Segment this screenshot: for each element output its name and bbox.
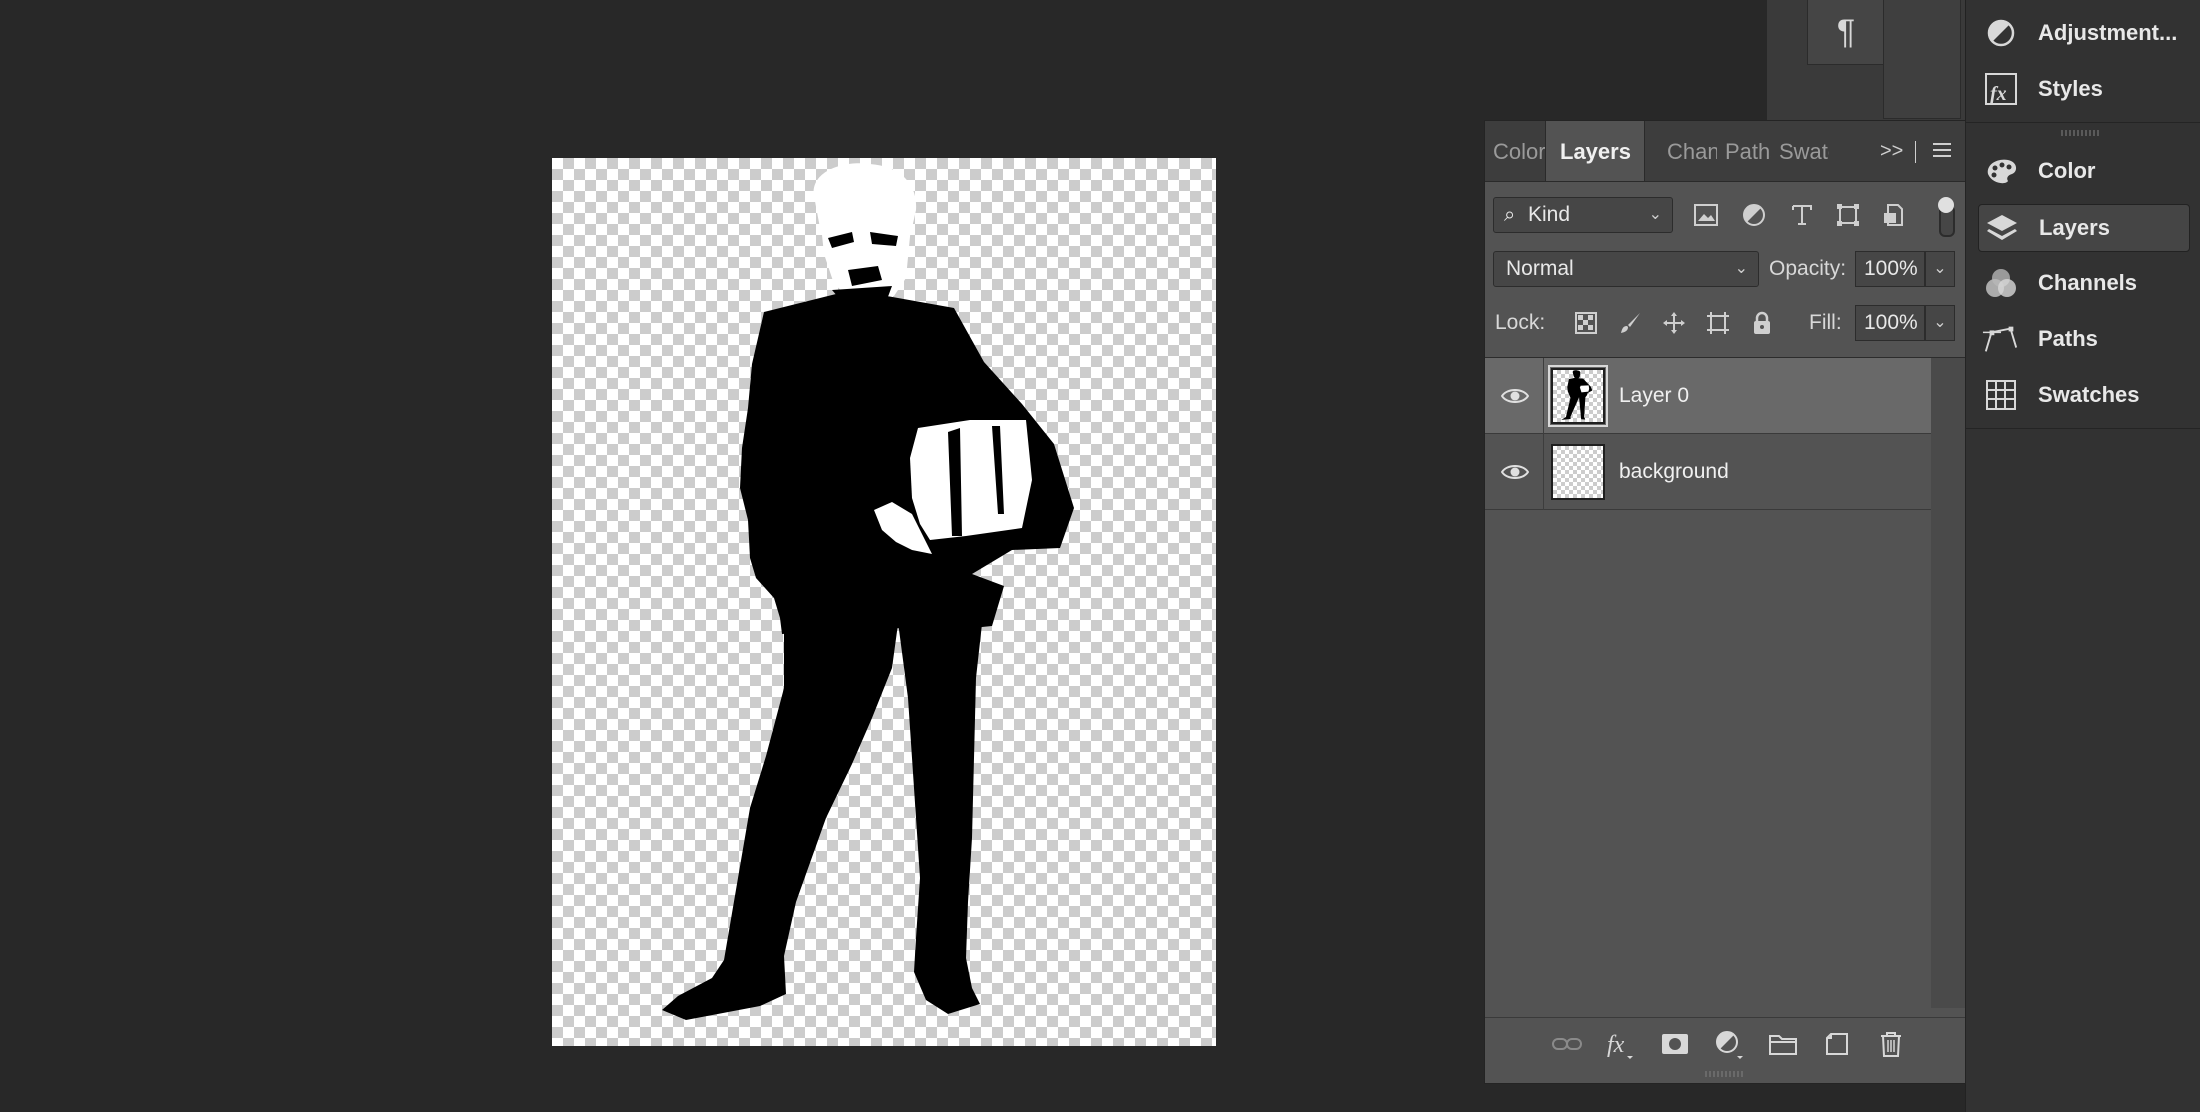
link-layers-icon[interactable] (1551, 1028, 1583, 1060)
layer-name[interactable]: Layer 0 (1619, 358, 1689, 434)
panel-tab-bar: Color Layers Channels Paths Swatches >> (1485, 121, 1965, 182)
lock-image-pixels-brush-icon[interactable] (1615, 308, 1645, 338)
dock-group-grip[interactable] (2061, 130, 2101, 136)
layer-list-scrollbar[interactable] (1931, 358, 1965, 1008)
tab-paths[interactable]: Paths (1717, 121, 1771, 181)
filter-type-icon[interactable] (1787, 200, 1817, 230)
lock-label: Lock: (1495, 311, 1546, 334)
lock-artboard-icon[interactable] (1703, 308, 1733, 338)
delete-layer-trash-icon[interactable] (1875, 1028, 1907, 1060)
filter-adjustment-icon[interactable] (1739, 200, 1769, 230)
dock-item-paths[interactable]: Paths (1978, 316, 2188, 362)
chevron-down-icon: ⌄ (1648, 206, 1662, 223)
new-fill-adjustment-icon[interactable] (1713, 1028, 1745, 1060)
fill-dropdown-icon[interactable]: ⌄ (1925, 305, 1955, 341)
opacity-dropdown-icon[interactable]: ⌄ (1925, 251, 1955, 287)
paragraph-icon: ¶ (1836, 12, 1856, 51)
filter-pixel-icon[interactable] (1691, 200, 1721, 230)
layer-list: Layer 0 background (1485, 357, 1965, 1008)
chevron-down-icon: ⌄ (1734, 260, 1748, 277)
dock-item-label: Styles (2038, 76, 2103, 101)
layers-icon (1983, 209, 2021, 247)
dock-item-label: Layers (2039, 215, 2110, 240)
layer-row[interactable]: background (1485, 434, 1931, 510)
lock-transparent-pixels-icon[interactable] (1571, 308, 1601, 338)
opacity-input[interactable]: 100% (1855, 251, 1925, 287)
fill-label: Fill: (1809, 311, 1842, 334)
layer-name[interactable]: background (1619, 434, 1729, 510)
svg-text:fx: fx (1607, 1032, 1625, 1058)
paths-icon (1982, 320, 2020, 358)
layers-bottom-bar: fx (1485, 1017, 1965, 1070)
tab-divider (1915, 141, 1916, 163)
lock-all-icon[interactable] (1747, 308, 1777, 338)
figure-artwork (662, 163, 1074, 1020)
blend-mode-value: Normal (1506, 257, 1574, 280)
filter-row: ⌕ Kind ⌄ (1485, 197, 1965, 237)
layers-panel: Color Layers Channels Paths Swatches >> … (1484, 120, 1966, 1084)
svg-text:fx: fx (1990, 83, 2007, 105)
dock-item-styles[interactable]: fx Styles (1978, 66, 2188, 112)
visibility-eye-icon[interactable] (1499, 458, 1531, 486)
filter-kind-select[interactable]: ⌕ Kind ⌄ (1493, 197, 1673, 233)
dock-separator (1966, 428, 2200, 429)
lock-row: Lock: Fill: 100% ⌄ (1485, 305, 1965, 345)
dock-item-label: Color (2038, 158, 2096, 183)
dock-item-label: Adjustment... (2038, 20, 2178, 45)
filter-kind-value: Kind (1528, 203, 1571, 226)
dock-item-label: Paths (2038, 326, 2098, 351)
lock-position-move-icon[interactable] (1659, 308, 1689, 338)
tab-layers[interactable]: Layers (1545, 121, 1645, 181)
filter-smart-object-icon[interactable] (1879, 200, 1909, 230)
adjustments-icon (1982, 14, 2020, 52)
filter-shape-icon[interactable] (1833, 200, 1863, 230)
search-icon: ⌕ (1504, 204, 1516, 226)
fill-input[interactable]: 100% (1855, 305, 1925, 341)
dock-separator (1966, 122, 2200, 123)
blend-row: Normal ⌄ Opacity: 100% ⌄ (1485, 251, 1965, 291)
tab-color[interactable]: Color (1485, 121, 1545, 181)
tab-swatches[interactable]: Swatches (1771, 121, 1829, 181)
paragraph-panel-button[interactable]: ¶ (1807, 0, 1885, 65)
dock-item-label: Swatches (2038, 382, 2140, 407)
more-tabs-chevron-icon[interactable]: >> (1880, 121, 1903, 181)
add-mask-icon[interactable] (1659, 1028, 1691, 1060)
layer-thumbnail[interactable] (1548, 365, 1608, 427)
styles-fx-icon: fx (1982, 70, 2020, 108)
layer-style-fx-icon[interactable]: fx (1605, 1028, 1637, 1060)
layer-thumbnail[interactable] (1551, 444, 1605, 500)
dock-item-swatches[interactable]: Swatches (1978, 372, 2188, 418)
right-panel-dock: Adjustment... fx Styles Color Layers Cha… (1965, 0, 2200, 1112)
visibility-eye-icon[interactable] (1499, 382, 1531, 410)
swatches-icon (1982, 376, 2020, 414)
channels-icon (1982, 264, 2020, 302)
opacity-label: Opacity: (1769, 257, 1847, 280)
row-divider (1543, 358, 1544, 434)
blend-mode-select[interactable]: Normal ⌄ (1493, 251, 1759, 287)
layer-row[interactable]: Layer 0 (1485, 358, 1931, 434)
new-group-folder-icon[interactable] (1767, 1028, 1799, 1060)
panel-menu-icon[interactable] (1933, 143, 1951, 157)
dock-item-channels[interactable]: Channels (1978, 260, 2188, 306)
collapsed-panel-dock: ¶ (1767, 0, 1965, 122)
filter-toggle-switch[interactable] (1937, 197, 1955, 237)
color-palette-icon (1982, 152, 2020, 190)
row-divider (1543, 434, 1544, 510)
tab-channels[interactable]: Channels (1659, 121, 1717, 181)
new-layer-icon[interactable] (1821, 1028, 1853, 1060)
collapsed-panel-button[interactable] (1883, 0, 1961, 119)
dock-item-adjustments[interactable]: Adjustment... (1978, 10, 2188, 56)
dock-item-color[interactable]: Color (1978, 148, 2188, 194)
dock-item-layers[interactable]: Layers (1978, 204, 2190, 252)
document-canvas[interactable] (552, 158, 1216, 1046)
dock-item-label: Channels (2038, 270, 2138, 295)
panel-resize-grip[interactable] (1705, 1071, 1745, 1077)
